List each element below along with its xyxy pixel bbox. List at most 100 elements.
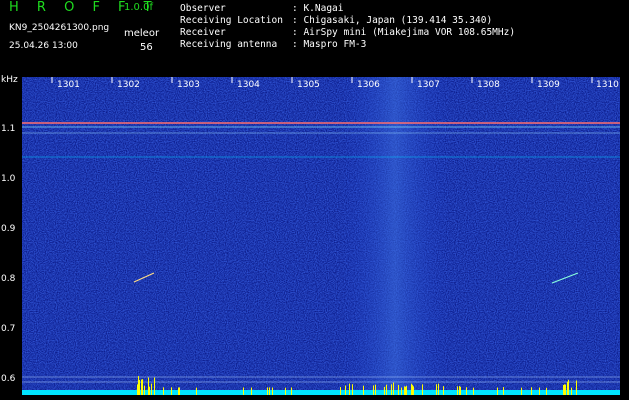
burst-bar [571, 387, 572, 395]
burst-bar [375, 384, 376, 395]
burst-bar [398, 384, 399, 395]
spectrogram-canvas [22, 77, 620, 395]
burst-bar [567, 381, 568, 395]
burst-bar [373, 385, 374, 395]
x-tick-label: 1309 [537, 80, 560, 90]
burst-bar [466, 387, 467, 395]
burst-bar [386, 384, 387, 395]
burst-bar [163, 387, 164, 395]
meta-value: : K.Nagai [292, 3, 344, 14]
burst-bar [196, 387, 197, 395]
burst-bar [243, 387, 244, 395]
burst-bar [148, 377, 149, 395]
burst-bar [564, 384, 565, 395]
y-tick-label: 1.0 [1, 174, 16, 184]
burst-bar [178, 387, 179, 395]
burst-bar [401, 387, 402, 395]
burst-bar [142, 379, 143, 395]
meta-value: : AirSpy mini (Miakejima VOR 108.65MHz) [292, 27, 516, 38]
x-tick-label: 1306 [357, 80, 380, 90]
meta-key: Receiver [180, 27, 226, 38]
meta-antenna: Receiving antenna : Maspro FM-3 [180, 39, 366, 50]
burst-bar [413, 386, 414, 395]
burst-bar [406, 385, 407, 395]
burst-bar [460, 386, 461, 395]
date-time: 25.04.26 13:00 [9, 41, 78, 51]
x-tick-label: 1308 [477, 80, 500, 90]
burst-bar [443, 386, 444, 395]
meta-value: : Maspro FM-3 [292, 39, 367, 50]
y-tick-label: 0.9 [1, 224, 16, 234]
burst-bar [272, 387, 273, 395]
x-tick-label: 1305 [297, 80, 320, 90]
y-tick-label: 1.1 [1, 124, 16, 134]
bottom-signal-bar [22, 390, 620, 395]
burst-bar [139, 379, 140, 395]
meteor-count: 56 [140, 42, 153, 53]
burst-bar [565, 384, 566, 395]
burst-bar [411, 383, 412, 395]
burst-bar [531, 387, 532, 395]
burst-bar [144, 385, 145, 395]
y-tick-label: 0.6 [1, 374, 16, 384]
burst-bar [340, 387, 341, 395]
burst-bar [568, 379, 569, 395]
burst-bar [141, 379, 142, 395]
burst-bar [521, 387, 522, 395]
burst-bar [363, 385, 364, 395]
x-tick-label: 1310 [596, 80, 619, 90]
file-name: KN9_2504261300.png [9, 23, 110, 33]
meta-location: Receiving Location : Chigasaki, Japan (13… [180, 15, 492, 26]
burst-bar [345, 385, 346, 395]
x-tick-label: 1302 [117, 80, 140, 90]
burst-bar [137, 384, 138, 395]
noise-band [340, 77, 450, 395]
burst-bar [138, 376, 139, 395]
burst-bar [179, 387, 180, 395]
burst-bar [285, 387, 286, 395]
y-axis: kHz 1.1 1.0 0.9 0.8 0.7 0.6 [0, 75, 22, 400]
burst-bar [473, 387, 474, 395]
burst-bar [497, 387, 498, 395]
burst-bar [384, 386, 385, 395]
burst-bar [546, 387, 547, 395]
burst-bar [503, 387, 504, 395]
burst-bar [151, 383, 152, 395]
x-tick-label: 1304 [237, 80, 260, 90]
mode-label: meleor [124, 28, 160, 39]
meta-value: : Chigasaki, Japan (139.414 35.340) [292, 15, 493, 26]
burst-bar [563, 384, 564, 395]
meta-key: Receiving Location [180, 15, 283, 26]
x-tick-label: 1303 [177, 80, 200, 90]
burst-bar [457, 386, 458, 395]
y-tick-label: 0.8 [1, 274, 16, 284]
x-tick-label: 1301 [57, 80, 80, 90]
burst-bar [251, 387, 252, 395]
spectrum-noise [22, 77, 620, 395]
burst-bar [171, 387, 172, 395]
burst-bar [438, 383, 439, 395]
y-tick-label: 0.7 [1, 324, 16, 334]
burst-bar [436, 384, 437, 395]
burst-bar [539, 387, 540, 395]
burst-bar [149, 386, 150, 395]
burst-bar [459, 386, 460, 395]
meta-receiver: Receiver : AirSpy mini (Miakejima VOR 108… [180, 27, 515, 38]
burst-bar [267, 387, 268, 395]
meta-key: Receiving antenna [180, 39, 278, 50]
burst-bar [576, 380, 577, 395]
burst-bar [154, 377, 155, 395]
burst-bar [391, 384, 392, 395]
header: H R O F F T 1.0.0f KN9_2504261300.png 25… [0, 0, 629, 75]
burst-bar [291, 387, 292, 395]
burst-bar [405, 386, 406, 395]
burst-bar [404, 386, 405, 395]
burst-bar [352, 384, 353, 395]
app-version: 1.0.0f [124, 2, 153, 13]
spectrogram [22, 77, 620, 395]
meta-key: Observer [180, 3, 226, 14]
burst-bar [269, 387, 270, 395]
burst-bar [412, 384, 413, 395]
burst-bar [393, 382, 394, 395]
x-tick-label: 1307 [417, 80, 440, 90]
